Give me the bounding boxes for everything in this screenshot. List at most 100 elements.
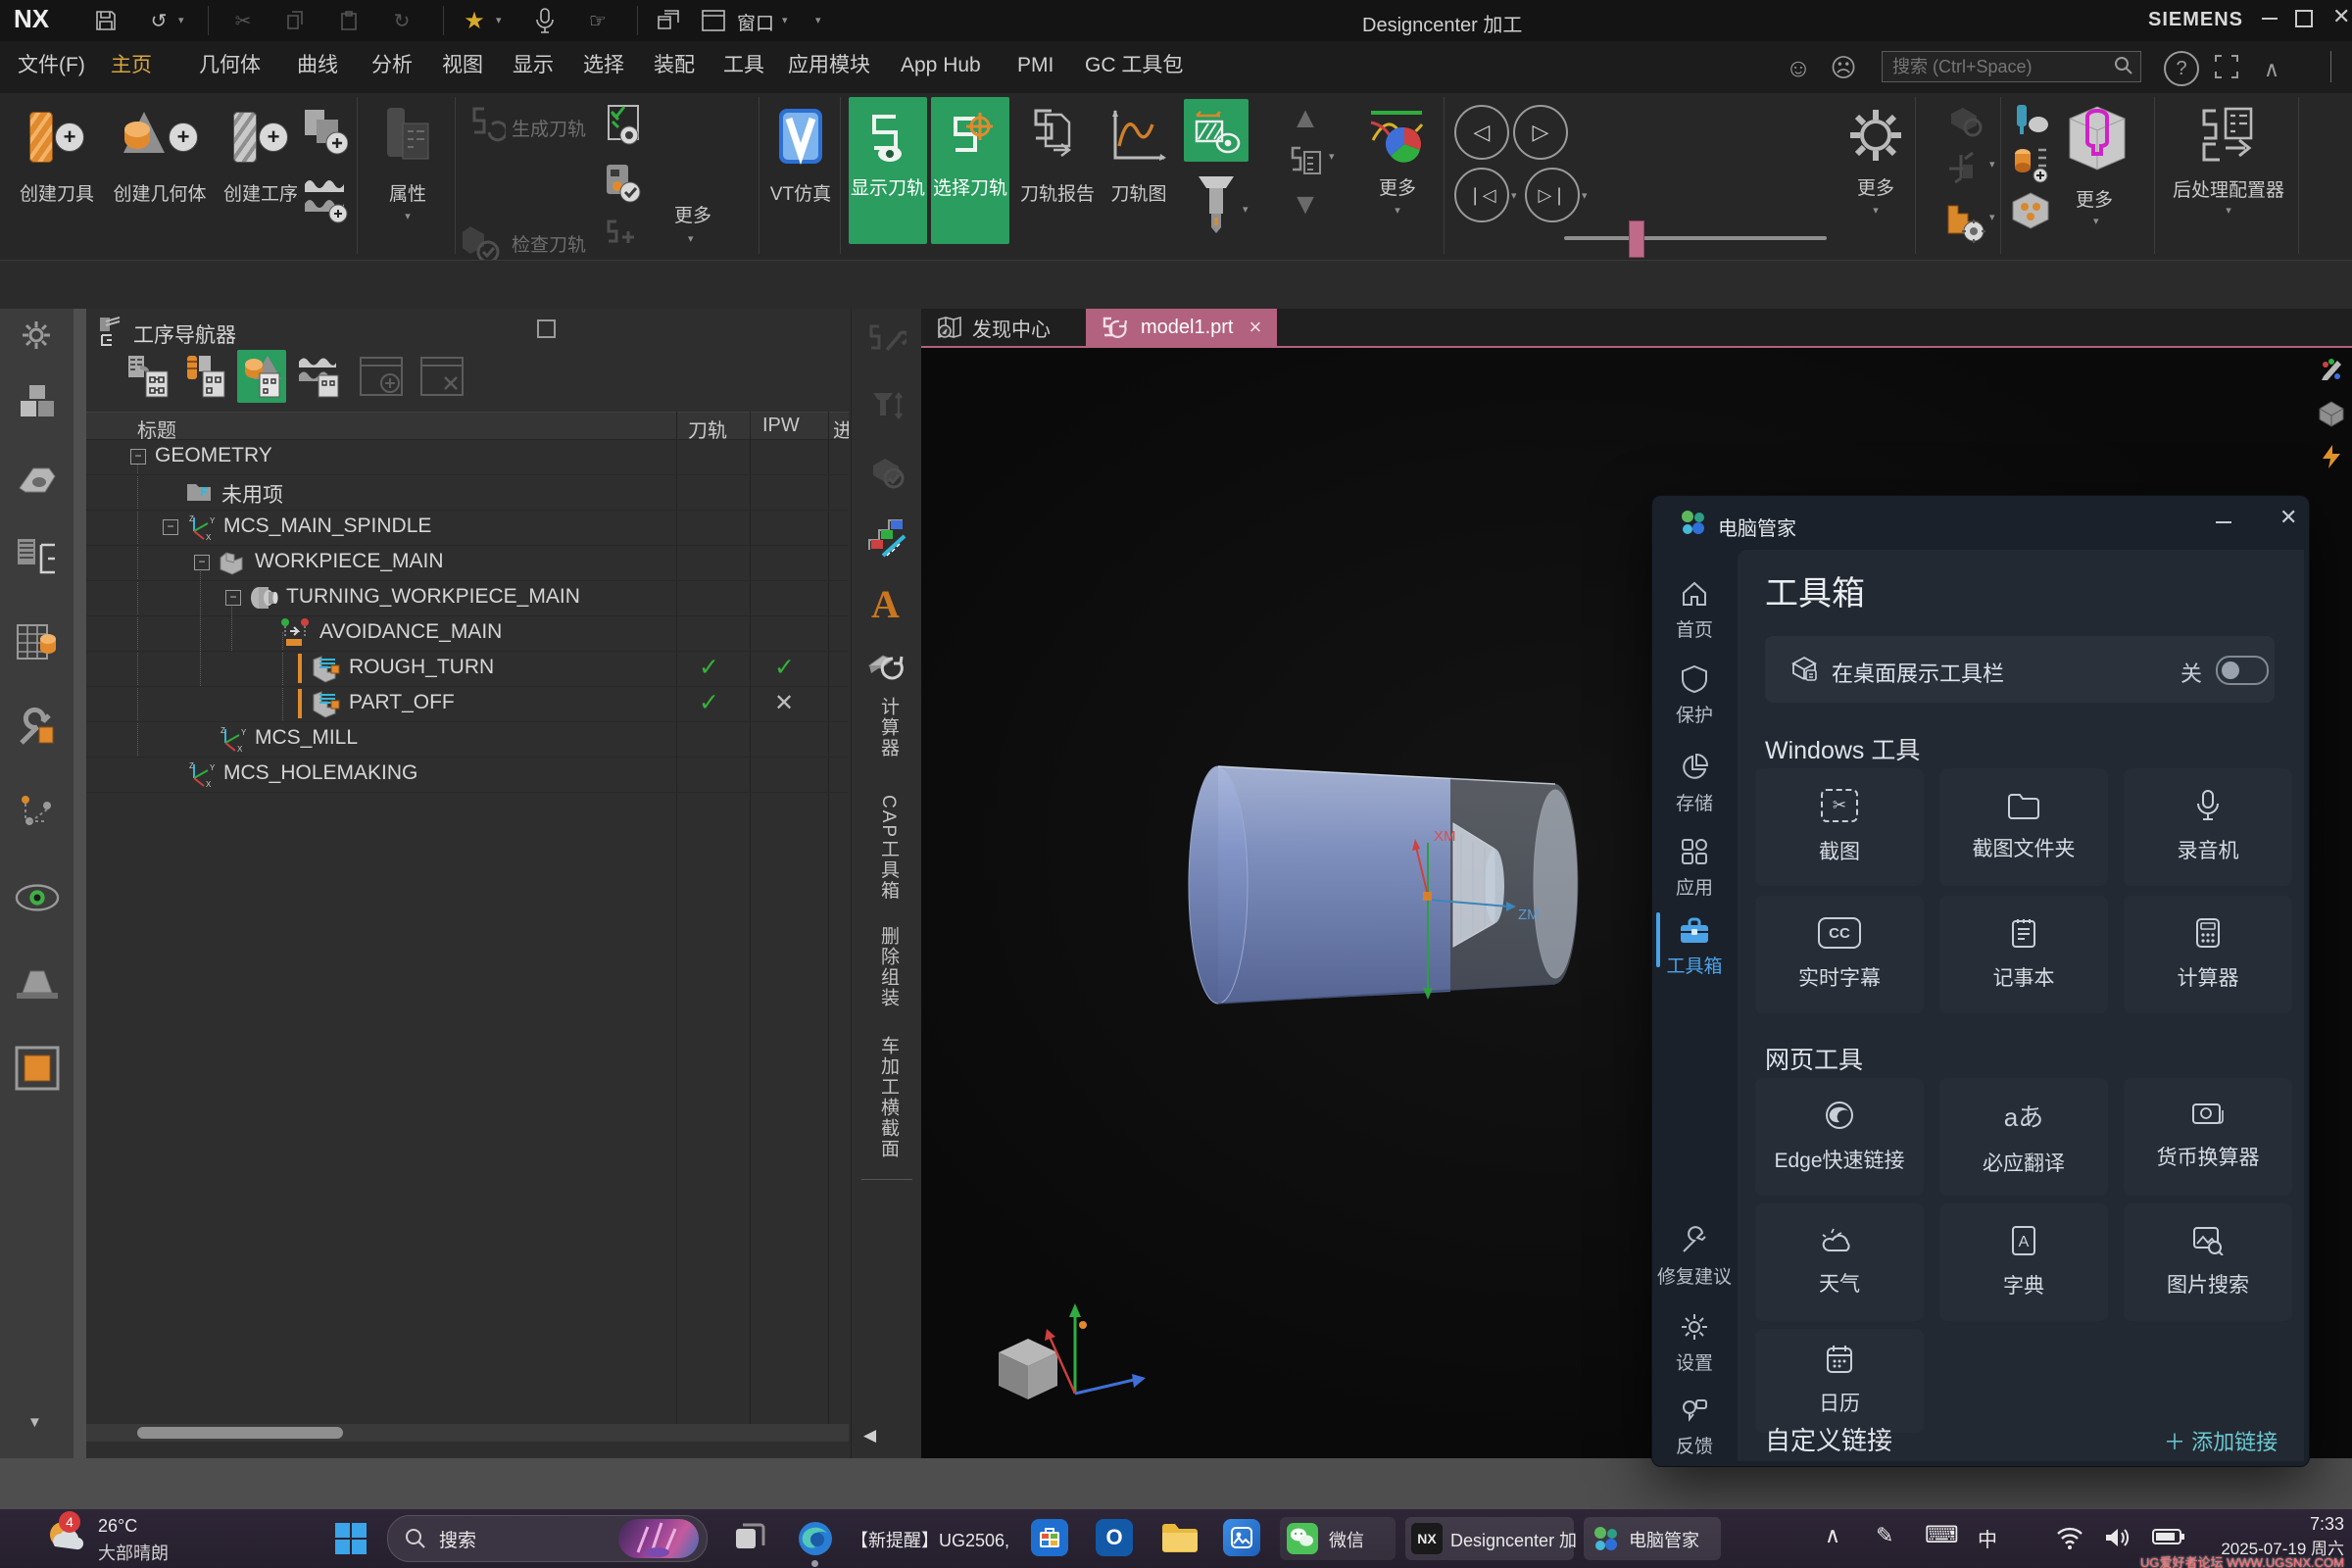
window-icon[interactable] bbox=[698, 5, 729, 36]
create-method-button[interactable] bbox=[300, 170, 351, 228]
tool-live-captions[interactable]: CC实时字幕 bbox=[1755, 896, 1924, 1013]
add-link-button[interactable]: ＋ 添加链接 bbox=[2164, 1425, 2278, 1456]
sidebar-blocks-icon[interactable] bbox=[15, 379, 60, 424]
tool-notepad[interactable]: 记事本 bbox=[1939, 896, 2108, 1013]
fullscreen-icon[interactable] bbox=[2213, 53, 2240, 80]
display-more-dropdown-icon[interactable]: ▾ bbox=[1395, 204, 1400, 217]
cascade-windows-icon[interactable] bbox=[653, 5, 684, 36]
restore-button[interactable] bbox=[2295, 10, 2313, 27]
pcm-nav-protection[interactable]: 保护 bbox=[1652, 664, 1737, 727]
speed-slider-handle[interactable] bbox=[1629, 220, 1644, 258]
pcm-nav-settings[interactable]: 设置 bbox=[1652, 1312, 1737, 1375]
photos-app-button[interactable] bbox=[1223, 1519, 1260, 1556]
outlook-button[interactable]: O bbox=[1096, 1519, 1133, 1556]
2d-dynamic-icon[interactable] bbox=[1184, 99, 1249, 162]
tool-recorder[interactable]: 录音机 bbox=[2124, 768, 2292, 886]
tool-screenshot-folder[interactable]: 截图文件夹 bbox=[1939, 768, 2108, 886]
animation-more-button[interactable]: 更多 ▾ bbox=[1838, 101, 1913, 217]
turning-workpiece-model[interactable]: XM ZM bbox=[1171, 727, 1661, 1051]
geometry-view-button[interactable] bbox=[237, 350, 286, 403]
column-ipw[interactable]: IPW bbox=[762, 415, 800, 437]
star-dropdown-icon[interactable]: ▾ bbox=[496, 14, 502, 26]
happy-face-icon[interactable]: ☺ bbox=[1782, 51, 1815, 84]
ipw-axis-dropdown-icon[interactable]: ▾ bbox=[1989, 158, 1995, 171]
generate-toolpath-label[interactable]: 生成刀轨 bbox=[512, 115, 586, 141]
stairs-measure-icon[interactable] bbox=[865, 516, 908, 560]
wechat-button[interactable]: 微信 bbox=[1280, 1517, 1396, 1560]
feature-bore-icon[interactable] bbox=[2058, 99, 2136, 177]
verify-tool-icon[interactable] bbox=[865, 452, 908, 491]
menu-application[interactable]: 应用模块 bbox=[788, 41, 870, 93]
sidebar-process-assistant-icon[interactable] bbox=[15, 791, 60, 836]
list-toolpath-icon[interactable] bbox=[602, 215, 643, 262]
tool-calendar[interactable]: 日历 bbox=[1755, 1329, 1924, 1433]
properties-dropdown-icon[interactable]: ▾ bbox=[405, 210, 411, 222]
sidebar-part-icon[interactable] bbox=[15, 458, 60, 503]
tool-edge-links[interactable]: Edge快速链接 bbox=[1755, 1078, 1924, 1196]
sidebar-expand-icon[interactable]: ▼ bbox=[27, 1414, 42, 1431]
properties-button[interactable]: 属性 ▾ bbox=[368, 101, 447, 222]
sidebar-tool-library-icon[interactable] bbox=[15, 705, 60, 750]
collapse-icon[interactable]: − bbox=[163, 519, 178, 535]
collapse-icon[interactable]: − bbox=[194, 555, 210, 570]
toolpath-graph-button[interactable]: 刀轨图 bbox=[1102, 101, 1176, 206]
step-forward-dropdown-icon[interactable]: ▾ bbox=[1582, 189, 1588, 202]
pcm-nav-toolbox[interactable]: 工具箱 bbox=[1652, 917, 1737, 978]
sidebar-settings-gear-icon[interactable] bbox=[18, 317, 55, 354]
tree-row-unused[interactable]: 未用项 bbox=[86, 474, 849, 511]
sidebar-operation-navigator-icon[interactable] bbox=[15, 536, 60, 581]
tool-image-search[interactable]: 图片搜索 bbox=[2124, 1203, 2292, 1321]
select-toolpath-button[interactable]: 选择刀轨 bbox=[931, 97, 1009, 244]
sidebar-visibility-icon[interactable] bbox=[15, 875, 60, 920]
volume-icon[interactable] bbox=[2103, 1525, 2131, 1550]
quick-action-icon[interactable] bbox=[2317, 442, 2346, 471]
machining-method-view-button[interactable] bbox=[294, 350, 343, 403]
close-button[interactable]: ✕ bbox=[2332, 4, 2350, 29]
tree-row-geometry[interactable]: − GEOMETRY bbox=[86, 439, 849, 475]
horizontal-scrollbar-track[interactable] bbox=[86, 1424, 849, 1442]
strip-label-turning-cross-section[interactable]: 车加工横截面 bbox=[875, 1036, 902, 1159]
feature-more-label[interactable]: 更多 bbox=[2076, 185, 2113, 212]
toolbar-toggle-switch[interactable] bbox=[2216, 656, 2269, 685]
weather-widget[interactable]: 4 bbox=[45, 1517, 86, 1558]
cut-icon[interactable]: ✂ bbox=[227, 5, 259, 36]
tool-weather[interactable]: 天气 bbox=[1755, 1203, 1924, 1321]
sidebar-template-icon[interactable] bbox=[15, 1046, 60, 1091]
menu-pmi[interactable]: PMI bbox=[1017, 41, 1054, 93]
tree-row-mcs-mill[interactable]: ZYX MCS_MILL bbox=[86, 721, 849, 758]
animation-more-dropdown-icon[interactable]: ▾ bbox=[1873, 204, 1879, 217]
create-operation-button[interactable]: + 创建工序 bbox=[218, 101, 304, 206]
panel-divider[interactable] bbox=[74, 309, 86, 1458]
nx-taskbar-button[interactable]: NX Designcenter 加 bbox=[1405, 1517, 1574, 1560]
menu-home[interactable]: 主页 bbox=[111, 41, 152, 96]
pcm-taskbar-button[interactable]: 电脑管家 bbox=[1584, 1517, 1721, 1560]
tree-row-part-off[interactable]: PART_OFF ✓ ✕ bbox=[86, 686, 849, 722]
create-program-button[interactable] bbox=[300, 103, 351, 162]
sidebar-fixture-icon[interactable] bbox=[15, 959, 60, 1004]
verify-toolpath-label[interactable]: 检查刀轨 bbox=[512, 230, 586, 257]
feature-group-icon[interactable] bbox=[2009, 189, 2052, 232]
pcm-minimize-button[interactable] bbox=[2216, 521, 2231, 523]
tool-calculator[interactable]: 计算器 bbox=[2124, 896, 2292, 1013]
edit-toolpath-icon[interactable] bbox=[865, 320, 908, 360]
display-more-button[interactable]: 更多 ▾ bbox=[1362, 101, 1433, 217]
ipw-workpiece-icon[interactable] bbox=[1942, 191, 1987, 246]
play-backward-button[interactable]: ◁ bbox=[1454, 105, 1509, 160]
menu-gc-toolkit[interactable]: GC 工具包 bbox=[1085, 41, 1183, 93]
speed-slider-track[interactable] bbox=[1564, 236, 1827, 240]
tree-row-mcs-main-spindle[interactable]: − ZYX MCS_MAIN_SPINDLE bbox=[86, 510, 849, 546]
operation-list-icon[interactable] bbox=[1286, 142, 1325, 181]
strip-label-cap-toolbox[interactable]: CAP工具箱 bbox=[875, 795, 902, 901]
ipw-axis-icon[interactable] bbox=[1942, 144, 1987, 187]
feature-create-icon[interactable] bbox=[2009, 142, 2052, 185]
tray-expand-icon[interactable]: ∧ bbox=[1825, 1523, 1840, 1548]
paste-icon[interactable] bbox=[333, 5, 365, 36]
move-down-icon[interactable]: ▼ bbox=[1284, 185, 1327, 224]
window-dropdown-icon[interactable]: ▾ bbox=[782, 14, 788, 26]
tab-model1-prt[interactable]: model1.prt × bbox=[1086, 309, 1277, 346]
copy-icon[interactable] bbox=[280, 5, 312, 36]
pen-icon[interactable]: ✎ bbox=[1876, 1523, 1893, 1548]
menu-apphub[interactable]: App Hub bbox=[901, 41, 981, 93]
create-tool-button[interactable]: + 创建刀具 bbox=[10, 101, 104, 206]
menu-curve[interactable]: 曲线 bbox=[297, 41, 338, 93]
